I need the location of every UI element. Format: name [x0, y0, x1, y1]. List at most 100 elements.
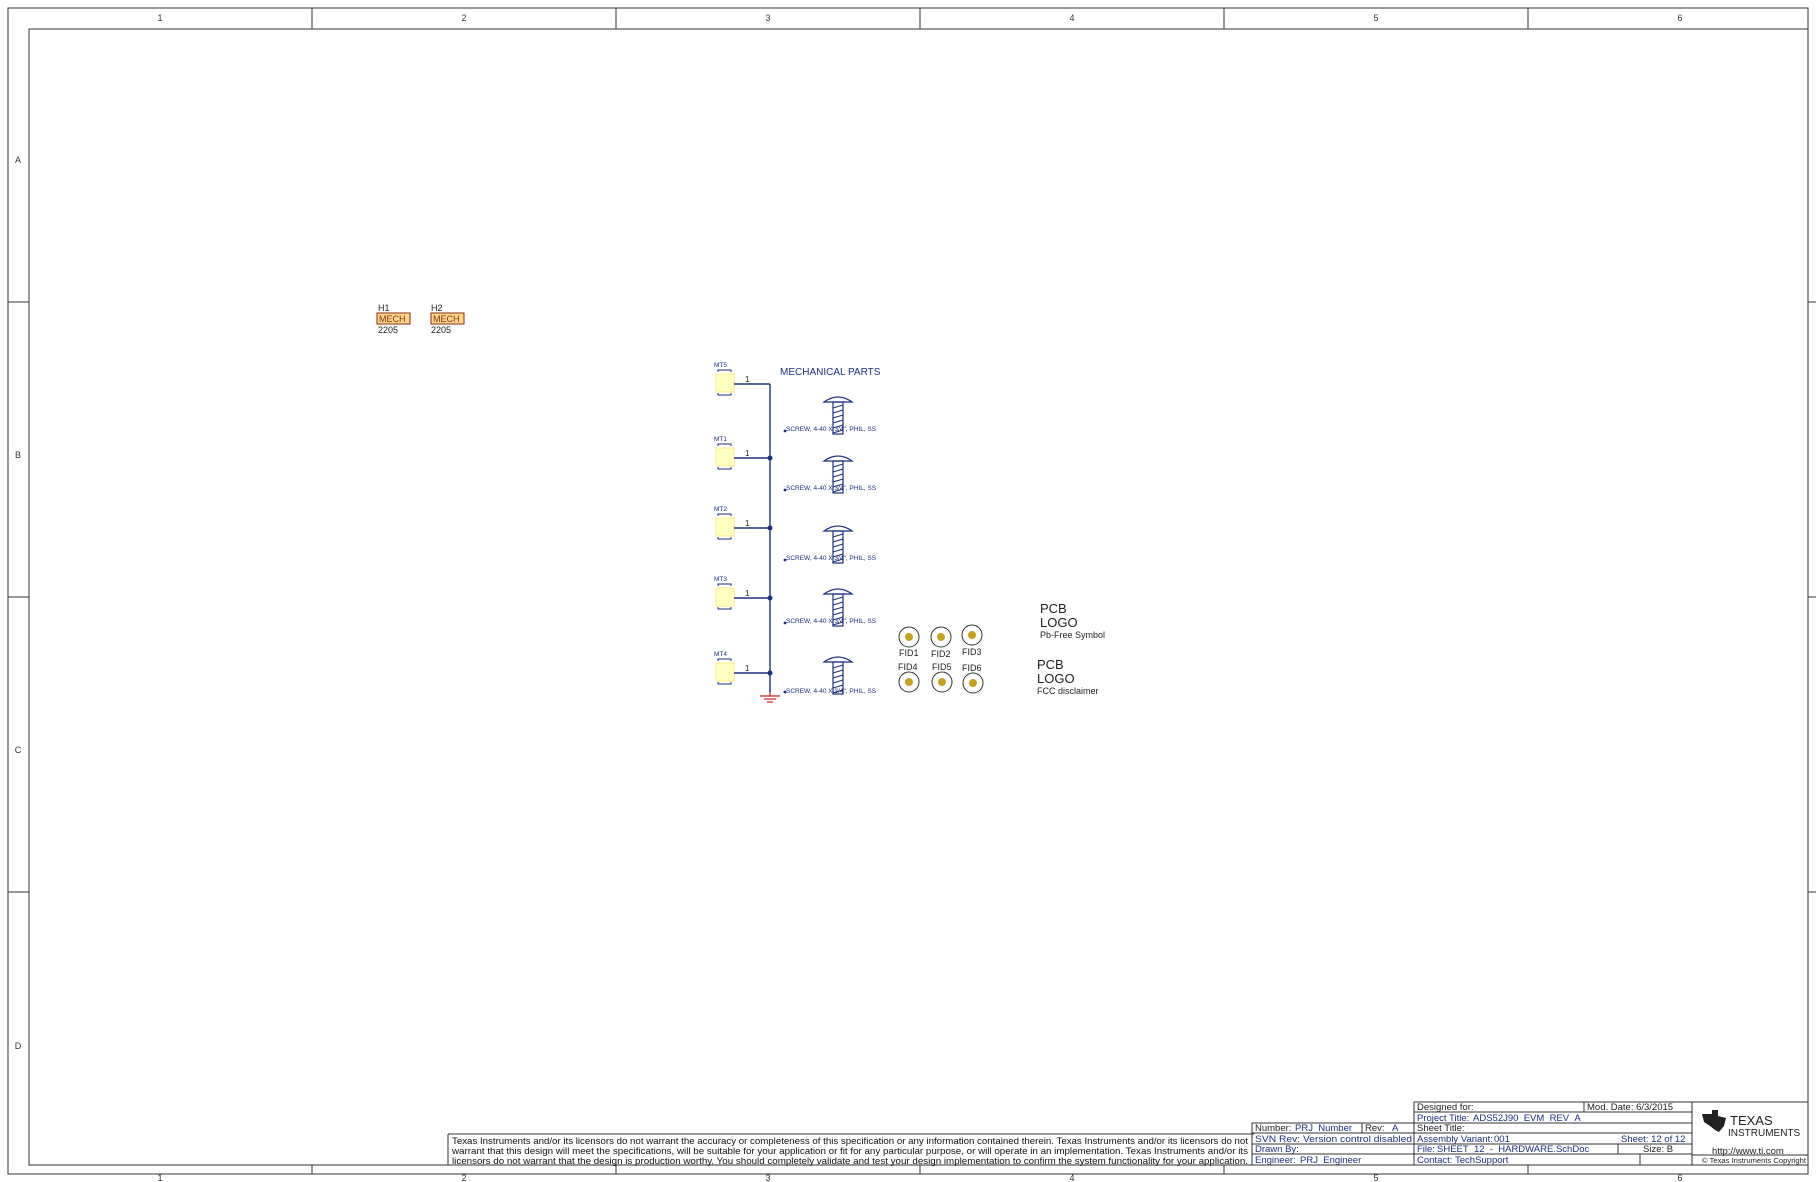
tb-rev-label: Rev: [1365, 1123, 1385, 1134]
zone-col-top-1: 1 [157, 13, 162, 23]
zone-row-C: C [15, 745, 22, 755]
tb-designed-for: Designed for: [1417, 1102, 1474, 1113]
disclaimer-block: Texas Instruments and/or its licensors d… [447, 1133, 1254, 1166]
zone-col-bottom-6: 6 [1677, 1173, 1682, 1182]
tb-number: PRJ_Number [1295, 1123, 1352, 1134]
fiducial-fid3-label: FID3 [962, 647, 982, 657]
zone-col-top-3: 3 [765, 13, 770, 23]
mount-mt3[interactable]: MT3 1 [714, 576, 773, 610]
hole-h2-ref: H2 [431, 303, 443, 313]
outer-border [7, 7, 1809, 1175]
zone-col-bottom-5: 5 [1373, 1173, 1378, 1182]
mount-mt3-pin: 1 [745, 589, 750, 598]
mount-mt1-pin: 1 [745, 449, 750, 458]
mount-mt3-ref: MT3 [714, 576, 727, 583]
fiducial-fid6[interactable]: FID6 [962, 663, 984, 694]
mount-mt1[interactable]: MT1 1 [714, 436, 773, 470]
mount-mt5[interactable]: MT5 1 [714, 362, 770, 396]
fiducial-fid4[interactable]: FID4 [898, 662, 920, 693]
fiducial-fid2-label: FID2 [931, 649, 951, 659]
fiducial-fid2[interactable]: FID2 [930, 626, 952, 659]
screw-2-label: SCREW, 4-40 X 3/4", PHIL, SS [786, 485, 877, 492]
zone-col-bottom-2: 2 [461, 1173, 466, 1182]
zone-col-top-6: 6 [1677, 13, 1682, 23]
tb-contact: TechSupport [1455, 1155, 1509, 1166]
zone-col-top-5: 5 [1373, 13, 1378, 23]
hole-h1[interactable]: H1 MECH 2205 [376, 303, 411, 335]
tb-file-label: File: [1417, 1144, 1435, 1155]
disclaimer-line-3: licensors do not warrant that the design… [452, 1155, 1248, 1166]
screw-4[interactable]: SCREW, 4-40 X 3/4", PHIL, SS [783, 588, 877, 627]
zone-col-top-2: 2 [461, 13, 466, 23]
pcb-logo-pbfree[interactable]: PCB LOGO Pb-Free Symbol [1040, 601, 1105, 640]
mechanical-parts-title: MECHANICAL PARTS [780, 367, 881, 378]
pcb-logo-fcc-line1: PCB [1037, 657, 1064, 672]
pcb-logo-pbfree-caption: Pb-Free Symbol [1040, 630, 1105, 640]
pcb-logo-fcc-line2: LOGO [1037, 671, 1075, 686]
hole-h2-part: MECH [433, 314, 460, 324]
ti-copyright: © Texas Instruments Copyright [1702, 1157, 1806, 1165]
screw-1[interactable]: SCREW, 4-40 X 3/4", PHIL, SS [783, 396, 877, 435]
hole-h1-part: MECH [379, 314, 406, 324]
mount-mt4-ref: MT4 [714, 651, 727, 658]
inner-border [28, 28, 1809, 1166]
pcb-logo-fcc-caption: FCC disclaimer [1037, 686, 1099, 696]
mount-mt4[interactable]: MT4 1 [714, 651, 773, 685]
hole-h2[interactable]: H2 MECH 2205 [430, 303, 465, 335]
tb-sheet-title: Sheet Title: [1417, 1123, 1465, 1134]
tb-size: Size: B [1643, 1144, 1673, 1155]
zone-row-B: B [15, 450, 21, 460]
mount-mt5-ref: MT5 [714, 362, 727, 369]
fiducial-fid5-label: FID5 [932, 662, 952, 672]
zone-row-A: A [15, 155, 21, 165]
zone-col-bottom-1: 1 [157, 1173, 162, 1182]
pcb-logo-pbfree-line1: PCB [1040, 601, 1067, 616]
mount-mt5-pin: 1 [745, 375, 750, 384]
tb-rev: A [1392, 1123, 1399, 1134]
tb-number-label: Number: [1255, 1123, 1291, 1134]
mount-mt2[interactable]: MT2 1 [714, 506, 773, 540]
fiducial-fid1-label: FID1 [899, 648, 919, 658]
tb-file: SHEET_12_-_HARDWARE.SchDoc [1437, 1144, 1589, 1155]
zone-col-bottom-3: 3 [765, 1173, 770, 1182]
tb-drawn-by: Drawn By: [1255, 1144, 1299, 1155]
fiducial-fid4-label: FID4 [898, 662, 918, 672]
ti-url[interactable]: http://www.ti.com [1712, 1146, 1784, 1157]
fiducial-fid6-label: FID6 [962, 663, 982, 673]
zone-row-D: D [15, 1041, 22, 1051]
ti-logo-text-1: TEXAS [1730, 1113, 1773, 1128]
ti-state-icon [1702, 1110, 1726, 1132]
ti-logo[interactable]: TEXAS INSTRUMENTS http://www.ti.com © Te… [1702, 1110, 1806, 1165]
hole-h2-value: 2205 [431, 325, 451, 335]
mount-mt2-ref: MT2 [714, 506, 727, 513]
hole-h1-ref: H1 [378, 303, 390, 313]
mount-mt1-ref: MT1 [714, 436, 727, 443]
hole-h1-value: 2205 [378, 325, 398, 335]
screw-5-label: SCREW, 4-40 X 3/4", PHIL, SS [786, 688, 877, 695]
row-dividers [8, 301, 1816, 893]
schematic-sheet: 1 2 3 4 5 6 1 2 3 4 5 6 A B C D H1 MECH … [7, 7, 1816, 1182]
screw-4-label: SCREW, 4-40 X 3/4", PHIL, SS [786, 618, 877, 625]
screw-2[interactable]: SCREW, 4-40 X 3/4", PHIL, SS [783, 455, 877, 494]
zone-col-bottom-4: 4 [1069, 1173, 1074, 1182]
tb-engineer: PRJ_Engineer [1300, 1155, 1361, 1166]
ground-icon [760, 692, 780, 703]
mount-mt4-pin: 1 [745, 664, 750, 673]
screw-5[interactable]: SCREW, 4-40 X 3/4", PHIL, SS [783, 656, 877, 695]
fiducial-fid3[interactable]: FID3 [961, 624, 983, 657]
fiducial-fid5[interactable]: FID5 [931, 662, 953, 693]
zone-col-top-4: 4 [1069, 13, 1074, 23]
mount-mt2-pin: 1 [745, 519, 750, 528]
column-dividers [311, 8, 1529, 1174]
pcb-logo-fcc[interactable]: PCB LOGO FCC disclaimer [1037, 657, 1099, 696]
fiducial-fid1[interactable]: FID1 [898, 626, 920, 658]
tb-contact-label: Contact: [1417, 1155, 1452, 1166]
tb-engineer-label: Engineer: [1255, 1155, 1296, 1166]
tb-project-title: ADS52J90_EVM_REV_A [1473, 1113, 1581, 1124]
tb-mod-date: Mod. Date: 6/3/2015 [1587, 1102, 1673, 1113]
screw-1-label: SCREW, 4-40 X 3/4", PHIL, SS [786, 426, 877, 433]
ti-logo-text-2: INSTRUMENTS [1728, 1128, 1801, 1139]
screw-3-label: SCREW, 4-40 X 3/4", PHIL, SS [786, 555, 877, 562]
pcb-logo-pbfree-line2: LOGO [1040, 615, 1078, 630]
screw-3[interactable]: SCREW, 4-40 X 3/4", PHIL, SS [783, 525, 877, 564]
